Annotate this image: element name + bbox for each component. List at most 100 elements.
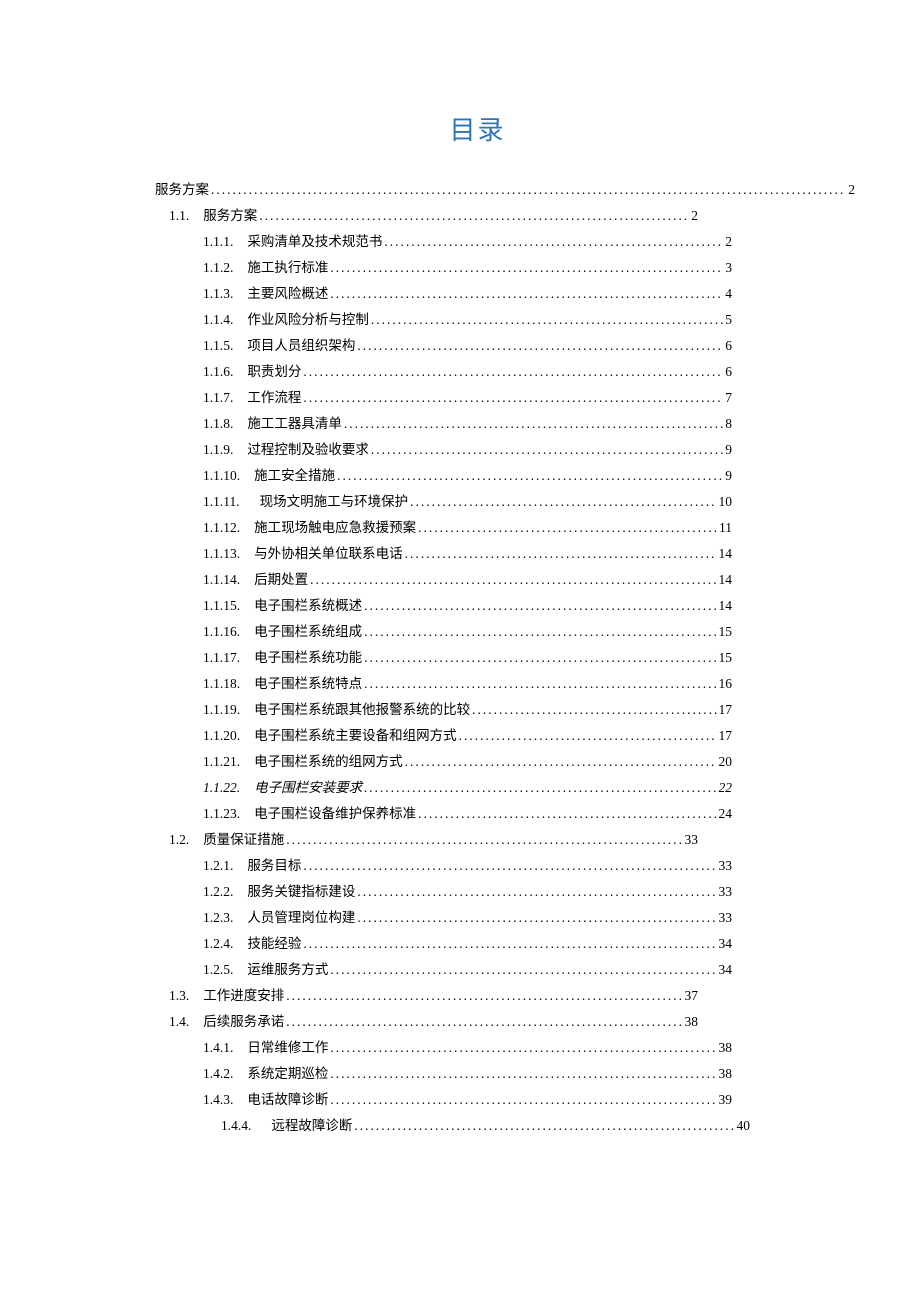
toc-entry-text: 服务目标 [247,853,301,879]
toc-entry-number: 1.1.19. [203,697,240,723]
toc-entry-text: 系统定期巡检 [247,1061,328,1087]
toc-entry-text: 作业风险分析与控制 [247,307,369,333]
toc-leader-dots [330,957,716,983]
toc-entry-page: 16 [719,671,733,697]
toc-leader-dots [418,801,716,827]
toc-entry-page: 17 [719,697,733,723]
toc-entry-text: 采购清单及技术规范书 [247,229,382,255]
toc-entry-text: 电子围栏系统主要设备和组网方式 [254,723,457,749]
toc-leader-dots [330,1061,716,1087]
toc-entry-text: 工作流程 [247,385,301,411]
toc-entry-text: 电子围栏系统的组网方式 [254,749,403,775]
toc-entry-number: 1.1.16. [203,619,240,645]
toc-entry: 1.2.1. 服务目标 33 [203,853,732,879]
toc-entry-page: 34 [719,957,733,983]
toc-entry-text: 电子围栏系统概述 [254,593,362,619]
toc-entry: 1.1.18.电子围栏系统特点16 [203,671,732,697]
toc-leader-dots [303,359,723,385]
toc-leader-dots [371,307,723,333]
toc-entry-number: 1.2.1. [203,853,233,879]
toc-entry: 1.1.13.与外协相关单位联系电话14 [203,541,732,567]
toc-title: 目录 [155,110,800,147]
toc-entry: 1.1.2.施工执行标准3 [203,255,732,281]
toc-entry-page: 15 [719,645,733,671]
toc-entry-page: 2 [725,229,732,255]
toc-entry-number: 1.2.4. [203,931,233,957]
toc-entry-number: 1.4. [169,1009,189,1035]
toc-entry-page: 38 [719,1035,733,1061]
toc-entry-text: 电子围栏系统组成 [254,619,362,645]
toc-entry-number: 1.1.21. [203,749,240,775]
toc-entry-page: 38 [719,1061,733,1087]
toc-entry-page: 33 [719,879,733,905]
toc-entry-number: 1.1.15. [203,593,240,619]
toc-entry: 1.1.19. 电子围栏系统跟其他报警系统的比较 17 [203,697,732,723]
toc-entry-page: 14 [719,541,733,567]
toc-entry-number: 1.1.12. [203,515,240,541]
toc-entry-number: 1.1.13. [203,541,240,567]
toc-entry: 服务方案2 [155,177,855,203]
toc-leader-dots [364,645,716,671]
toc-leader-dots [330,281,723,307]
toc-entry: 1.4.3.电话故障诊断39 [203,1087,732,1113]
toc-entry: 1.1.3.主要风险概述4 [203,281,732,307]
toc-entry-page: 17 [719,723,733,749]
toc-entry-number: 1.2.3. [203,905,233,931]
toc-leader-dots [357,333,723,359]
toc-leader-dots [286,1009,682,1035]
toc-entry: 1.1.1. 采购清单及技术规范书 2 [203,229,732,255]
toc-entry-page: 33 [685,827,699,853]
toc-entry-number: 1.4.4. [221,1113,251,1139]
toc-entry-number: 1.1.23. [203,801,240,827]
toc-entry: 1.1.12.施工现场触电应急救援预案11 [203,515,732,541]
toc-entry: 1.4.4.远程故障诊断40 [221,1113,750,1139]
toc-entry-text: 工作进度安排 [203,983,284,1009]
toc-leader-dots [364,619,716,645]
toc-entry: 1.1.10.施工安全措施9 [203,463,732,489]
toc-entry: 1.1.7.工作流程7 [203,385,732,411]
toc-entry-number: 1.1.17. [203,645,240,671]
toc-leader-dots [303,931,716,957]
toc-entry-number: 1.1.11. [203,489,240,515]
toc-leader-dots [286,827,682,853]
toc-leader-dots [330,1035,716,1061]
toc-entry-text: 电子围栏系统跟其他报警系统的比较 [254,697,470,723]
toc-entry: 1.1.20.电子围栏系统主要设备和组网方式17 [203,723,732,749]
toc-entry-number: 1.3. [169,983,189,1009]
toc-entry: 1.1.14.后期处置14 [203,567,732,593]
toc-entry-text: 主要风险概述 [247,281,328,307]
toc-entry-page: 39 [719,1087,733,1113]
toc-leader-dots [259,203,689,229]
toc-leader-dots [286,983,682,1009]
toc-entry: 1.1.服务方案2 [169,203,698,229]
toc-entry-page: 6 [725,359,732,385]
toc-entry-page: 6 [725,333,732,359]
toc-entry: 1.1.16.电子围栏系统组成15 [203,619,732,645]
toc-entry-page: 11 [719,515,732,541]
toc-entry-number: 1.1.1. [203,229,233,255]
toc-leader-dots [303,853,716,879]
toc-leader-dots [472,697,716,723]
toc-entry-text: 后期处置 [254,567,308,593]
toc-entry-number: 1.1.4. [203,307,233,333]
toc-entry-number: 1.1.2. [203,255,233,281]
toc-entry-text: 服务关键指标建设 [247,879,355,905]
toc-entry: 1.2.2.服务关键指标建设33 [203,879,732,905]
document-page: 目录 服务方案21.1.服务方案21.1.1.采购清单及技术规范书21.1.2.… [0,0,920,1301]
toc-entry: 1.3.工作进度安排37 [169,983,698,1009]
toc-entry-text: 技能经验 [247,931,301,957]
toc-entry-page: 33 [719,853,733,879]
toc-leader-dots [364,593,716,619]
toc-entry-page: 4 [725,281,732,307]
toc-entry-page: 2 [848,177,855,203]
toc-entry-number: 1.1.14. [203,567,240,593]
toc-entry: 1.1.17.电子围栏系统功能15 [203,645,732,671]
toc-leader-dots [418,515,717,541]
toc-entry-page: 33 [719,905,733,931]
toc-entry-page: 2 [691,203,698,229]
toc-leader-dots [330,255,723,281]
toc-entry-text: 远程故障诊断 [271,1113,352,1139]
toc-entry-number: 1.1. [169,203,189,229]
toc-entry-page: 22 [719,775,733,801]
toc-leader-dots [310,567,716,593]
